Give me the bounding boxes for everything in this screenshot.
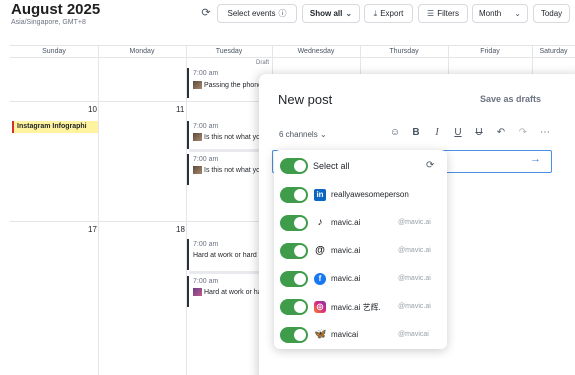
channel-handle: @mavic.ai — [398, 303, 431, 310]
select-all-toggle[interactable] — [280, 158, 308, 174]
channel-toggle[interactable] — [280, 215, 308, 231]
threads-icon: @ — [315, 245, 325, 256]
channel-handle: @mavic.ai — [398, 247, 431, 254]
grid-divider — [98, 45, 99, 375]
date-11: 11 — [176, 105, 185, 114]
select-events-button[interactable]: Select events ⓘ — [217, 4, 297, 23]
weekday-friday: Friday — [448, 45, 532, 58]
show-all-label: Show all — [309, 9, 343, 18]
today-label: Today — [540, 9, 563, 18]
channel-handle: @mavicai — [398, 331, 429, 338]
channel-name: mavic.ai 艺辉. — [331, 303, 381, 312]
post-time: 7:00 am — [193, 123, 219, 130]
filter-icon: ☰ — [427, 9, 435, 18]
channel-name: reallyawesomeperson — [331, 190, 409, 199]
channel-name: mavic.ai — [331, 246, 361, 255]
channel-toggle[interactable] — [280, 243, 308, 259]
channel-toggle[interactable] — [280, 271, 308, 287]
channel-name: mavic.ai — [331, 218, 361, 227]
chevron-down-icon: ⌄ — [345, 9, 353, 18]
arrow-right-icon[interactable]: → — [530, 153, 541, 165]
weekday-monday: Monday — [98, 45, 186, 58]
date-17: 17 — [88, 225, 97, 234]
channel-handle: @mavic.ai — [398, 275, 431, 282]
channel-toggle[interactable] — [280, 187, 308, 203]
strikethrough-icon[interactable]: U — [472, 127, 486, 138]
post-time: 7:00 am — [193, 156, 219, 163]
tiktok-icon: ♪ — [317, 217, 323, 228]
date-18: 18 — [176, 225, 185, 234]
channel-row-threads[interactable]: @ mavic.ai @mavic.ai — [274, 240, 447, 262]
undo-icon[interactable]: ↶ — [494, 127, 508, 138]
underline-icon[interactable]: U — [451, 127, 465, 138]
post-time: 7:00 am — [193, 241, 219, 248]
date-10: 10 — [88, 105, 97, 114]
instagram-event-chip[interactable]: Instagram Infographi — [12, 121, 98, 133]
view-label: Month — [479, 9, 502, 18]
channel-name: mavic.ai — [331, 274, 361, 283]
channel-selector-dropdown: Select all ⟳ in reallyawesomeperson ♪ ma… — [274, 150, 447, 349]
more-icon[interactable]: ⋯ — [538, 127, 552, 138]
post-thumbnail — [193, 133, 202, 141]
channel-name: mavicai — [331, 330, 359, 339]
channel-row-tiktok[interactable]: ♪ mavic.ai @mavic.ai — [274, 212, 447, 234]
channel-row-bluesky[interactable]: 🦋 mavicai @mavicai — [274, 324, 447, 346]
filters-label: Filters — [437, 9, 459, 18]
italic-icon[interactable]: I — [430, 127, 444, 138]
weekday-wednesday: Wednesday — [272, 45, 360, 58]
post-thumbnail — [193, 166, 202, 174]
save-as-drafts-button[interactable]: Save as drafts — [480, 94, 541, 104]
post-time: 7:00 am — [193, 70, 219, 77]
panel-title: New post — [278, 92, 333, 107]
linkedin-icon: in — [314, 189, 326, 201]
emoji-icon[interactable]: ☺ — [388, 127, 402, 138]
weekday-tuesday: Tuesday — [186, 45, 272, 58]
select-events-label: Select events — [227, 9, 276, 18]
bold-icon[interactable]: B — [409, 127, 423, 138]
select-all-label: Select all — [313, 161, 350, 171]
post-time: 7:00 am — [193, 278, 219, 285]
chevron-down-icon: ⌄ — [319, 130, 327, 139]
refresh-icon[interactable]: ⟳ — [199, 6, 213, 20]
channels-dropdown[interactable]: 6 channels ⌄ — [279, 130, 327, 139]
page-title: August 2025 — [11, 1, 101, 18]
channel-handle: @mavic.ai — [398, 219, 431, 226]
info-icon: ⓘ — [278, 9, 287, 18]
redo-icon[interactable]: ↷ — [516, 127, 530, 138]
filters-button[interactable]: ☰ Filters — [418, 4, 468, 23]
draft-label: Draft — [256, 60, 270, 66]
channel-row-linkedin[interactable]: in reallyawesomeperson — [274, 184, 447, 206]
select-all-row[interactable]: Select all ⟳ — [274, 155, 447, 177]
download-icon: ⤓ — [373, 8, 378, 18]
show-all-dropdown[interactable]: Show all ⌄ — [302, 4, 360, 23]
facebook-icon: f — [314, 273, 326, 285]
export-label: Export — [380, 9, 404, 18]
post-thumbnail — [193, 81, 202, 89]
channel-row-instagram[interactable]: ◎ mavic.ai 艺辉. @mavic.ai — [274, 296, 447, 318]
refresh-icon[interactable]: ⟳ — [426, 160, 434, 171]
weekday-saturday: Saturday — [532, 45, 575, 58]
channel-toggle[interactable] — [280, 299, 308, 315]
post-thumbnail — [193, 288, 202, 296]
export-button[interactable]: ⤓ Export — [364, 4, 413, 23]
chevron-down-icon: ⌄ — [514, 9, 521, 18]
weekday-sunday: Sunday — [10, 45, 98, 58]
weekday-thursday: Thursday — [360, 45, 448, 58]
timezone-label: Asia/Singapore, GMT+8 — [11, 19, 86, 26]
channel-toggle[interactable] — [280, 327, 308, 343]
view-dropdown[interactable]: Month ⌄ — [472, 4, 528, 23]
instagram-icon: ◎ — [314, 301, 326, 313]
today-button[interactable]: Today — [533, 4, 570, 23]
bluesky-icon: 🦋 — [314, 329, 327, 340]
channel-row-facebook[interactable]: f mavic.ai @mavic.ai — [274, 268, 447, 290]
